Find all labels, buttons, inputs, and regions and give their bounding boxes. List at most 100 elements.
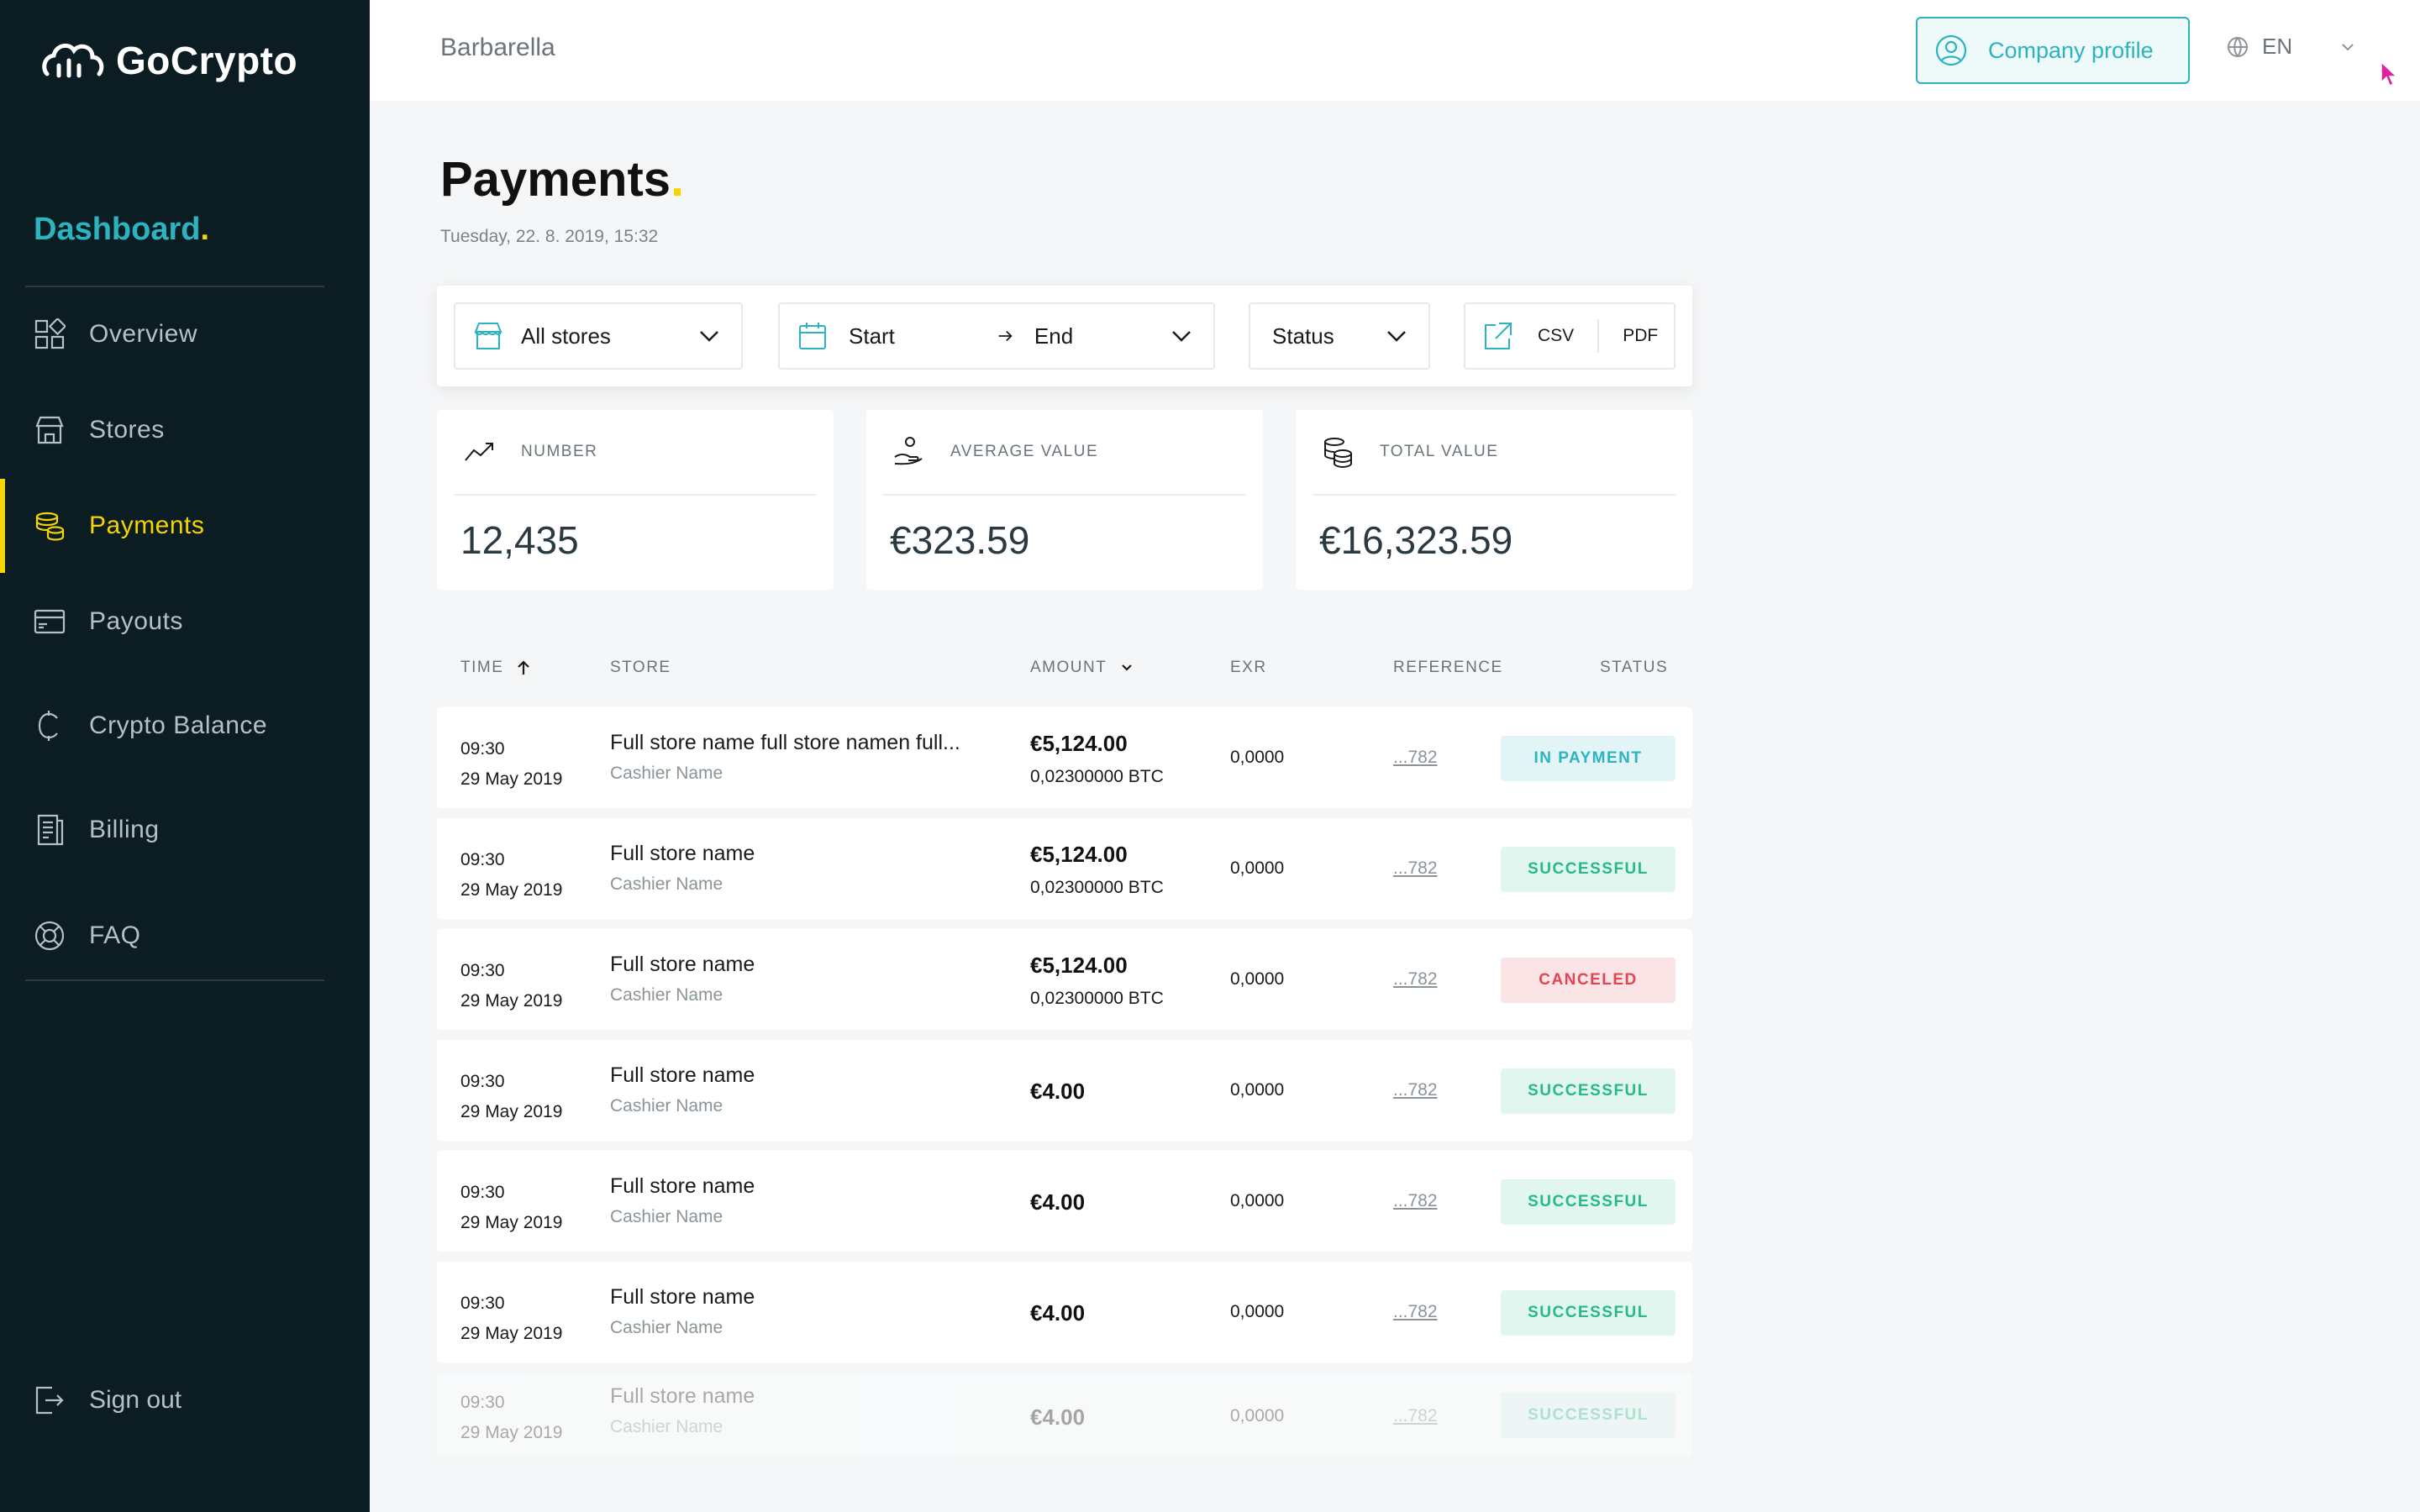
status-filter-value: Status (1272, 323, 1334, 349)
language-selector[interactable]: EN (2227, 34, 2356, 60)
row-cashier-name: Cashier Name (610, 1417, 723, 1436)
stat-value: €16,323.59 (1319, 518, 1513, 562)
row-time-cell: 09:30 29 May 2019 (460, 956, 562, 1016)
globe-icon (2228, 36, 2248, 57)
column-header-label: EXR (1230, 659, 1267, 676)
sidebar-item-billing[interactable]: Billing (0, 783, 370, 877)
column-header-reference[interactable]: REFERENCE (1393, 659, 1503, 677)
date-range-picker[interactable]: Start End (778, 302, 1215, 370)
status-badge: SUCCESSFUL (1501, 1393, 1676, 1438)
sign-out-button[interactable]: Sign out (34, 1384, 182, 1416)
logo[interactable]: GoCrypto (40, 35, 297, 86)
table-row[interactable]: 09:30 29 May 2019 Full store name Cashier … (437, 1151, 1692, 1252)
divider (1597, 319, 1600, 353)
store-filter-value: All stores (521, 323, 611, 349)
column-header-time[interactable]: TIME (460, 659, 532, 677)
divider (454, 494, 817, 496)
store-filter-dropdown[interactable]: All stores (454, 302, 743, 370)
column-header-exr[interactable]: EXR (1230, 659, 1267, 677)
table-row[interactable]: 09:30 29 May 2019 Full store name Cashier … (437, 1040, 1692, 1141)
stat-label: TOTAL VALUE (1380, 443, 1499, 460)
section-title-text: Dashboard (34, 212, 201, 247)
sidebar: GoCrypto Dashboard. Overview Stores Paym… (0, 0, 370, 1512)
row-reference-link[interactable]: ...782 (1393, 1080, 1438, 1100)
row-store-cell: Full store name Cashier Name (610, 842, 997, 895)
date-end[interactable]: End (1034, 323, 1073, 349)
receipt-icon (34, 814, 66, 846)
row-store-name: Full store name full store namen full... (610, 731, 960, 754)
sidebar-item-stores[interactable]: Stores (0, 383, 370, 477)
row-date: 29 May 2019 (460, 769, 563, 789)
row-cashier-name: Cashier Name (610, 1207, 723, 1226)
row-time: 09:30 (460, 1393, 505, 1412)
row-reference-link[interactable]: ...782 (1393, 748, 1438, 768)
row-amount-eur: €5,124.00 (1030, 953, 1128, 978)
row-store-name: Full store name (610, 1063, 755, 1087)
sidebar-item-faq[interactable]: FAQ (0, 889, 370, 983)
row-amount-eur: €4.00 (1030, 1189, 1086, 1215)
row-store-cell: Full store name Cashier Name (610, 1063, 997, 1116)
table-row[interactable]: 09:30 29 May 2019 Full store name Cashier … (437, 1262, 1692, 1362)
row-store-cell: Full store name Cashier Name (610, 1174, 997, 1227)
row-time-cell: 09:30 29 May 2019 (460, 1289, 562, 1349)
row-store-cell: Full store name Cashier Name (610, 1384, 997, 1437)
filter-bar: All stores Start End Status CSV PDF (437, 286, 1692, 386)
row-reference-link[interactable]: ...782 (1393, 969, 1438, 990)
row-store-name: Full store name (610, 1384, 755, 1408)
sidebar-item-payments[interactable]: Payments (0, 479, 370, 573)
section-title: Dashboard. (34, 212, 209, 248)
column-header-label: REFERENCE (1393, 659, 1503, 676)
lifebuoy-icon (34, 920, 66, 952)
export-pdf-button[interactable]: PDF (1623, 326, 1658, 346)
row-reference-link[interactable]: ...782 (1393, 858, 1438, 879)
row-store-name: Full store name (610, 1174, 755, 1198)
row-reference-link[interactable]: ...782 (1393, 1191, 1438, 1211)
row-time: 09:30 (460, 1294, 505, 1313)
status-badge: SUCCESSFUL (1501, 1179, 1676, 1225)
table-row[interactable]: 09:30 29 May 2019 Full store name full st… (437, 707, 1692, 808)
row-date: 29 May 2019 (460, 1102, 563, 1121)
sidebar-item-label: Payouts (89, 607, 183, 635)
table-row[interactable]: 09:30 29 May 2019 Full store name Cashier … (437, 1373, 1692, 1457)
app-name: GoCrypto (116, 39, 298, 82)
table-row[interactable]: 09:30 29 May 2019 Full store name Cashier … (437, 818, 1692, 919)
store-icon (474, 323, 502, 349)
gocrypto-logo-icon (42, 43, 104, 78)
arrow-right-icon (998, 330, 1013, 342)
row-time: 09:30 (460, 850, 505, 869)
column-header-amount[interactable]: AMOUNT (1030, 659, 1135, 677)
status-badge: IN PAYMENT (1501, 736, 1676, 781)
sidebar-item-overview[interactable]: Overview (0, 287, 370, 381)
column-header-store[interactable]: STORE (610, 659, 671, 677)
sign-out-icon (35, 1386, 64, 1415)
stat-card-average-value: AVERAGE VALUE €323.59 (866, 410, 1263, 590)
divider (1313, 494, 1676, 496)
row-reference-link[interactable]: ...782 (1393, 1406, 1438, 1426)
row-store-name: Full store name (610, 953, 755, 976)
date-start[interactable]: Start (849, 323, 895, 349)
stat-value: 12,435 (460, 518, 579, 562)
chevron-down-icon (1122, 664, 1133, 671)
row-amount-cell: €5,124.00 0,02300000 BTC (1030, 842, 1164, 898)
column-header-status[interactable]: STATUS (1600, 659, 1668, 677)
row-store-name: Full store name (610, 842, 755, 865)
row-reference-link[interactable]: ...782 (1393, 1302, 1438, 1322)
top-bar: Barbarella Company profile EN (370, 0, 2420, 101)
row-amount-btc: 0,02300000 BTC (1030, 989, 1164, 1008)
page-title-dot: . (671, 152, 685, 207)
sidebar-item-crypto-balance[interactable]: Crypto Balance (0, 679, 370, 773)
stat-label: AVERAGE VALUE (950, 443, 1099, 460)
row-exr: 0,0000 (1230, 1302, 1285, 1321)
status-filter-dropdown[interactable]: Status (1249, 302, 1430, 370)
export-csv-button[interactable]: CSV (1538, 326, 1574, 346)
row-store-cell: Full store name Cashier Name (610, 953, 997, 1005)
coin-stack-icon (1324, 438, 1352, 469)
sidebar-item-payouts[interactable]: Payouts (0, 575, 370, 669)
table-row[interactable]: 09:30 29 May 2019 Full store name Cashier … (437, 929, 1692, 1030)
grid-icon (34, 318, 66, 350)
company-profile-button[interactable]: Company profile (1916, 17, 2190, 84)
row-cashier-name: Cashier Name (610, 985, 723, 1005)
sidebar-item-label: Crypto Balance (89, 711, 268, 739)
hand-coins-icon (894, 437, 923, 465)
row-time-cell: 09:30 29 May 2019 (460, 1388, 562, 1448)
